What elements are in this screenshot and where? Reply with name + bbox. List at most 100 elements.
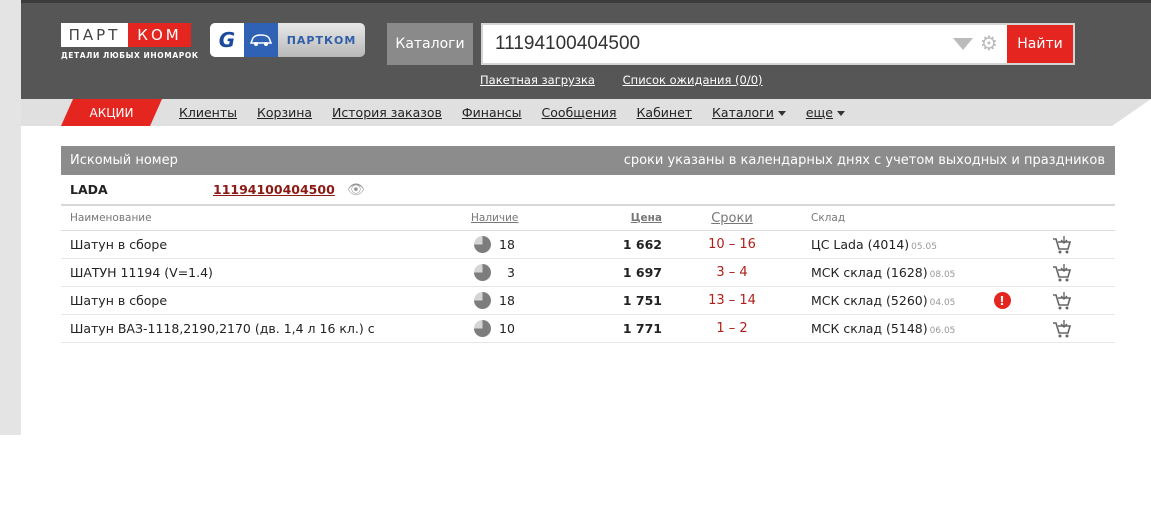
part-name: Шатун ВАЗ-1118,2190,2170 (дв. 1,4 л 16 к…	[70, 321, 375, 336]
stock-qty: 18	[499, 237, 515, 252]
cart-cell	[1032, 291, 1072, 311]
column-headers: Наименование Наличие Цена Сроки Склад	[61, 206, 1115, 231]
nav-item-catalogs[interactable]: Каталоги	[712, 105, 774, 120]
exclamation-icon[interactable]: !	[993, 292, 1011, 309]
warehouse-date: 04.05	[929, 298, 956, 308]
price: 1 771	[622, 321, 662, 336]
header: ПАРТ КОМ ДЕТАЛИ ЛЮБЫХ ИНОМАРОК G ПАРТКОМ…	[21, 3, 1151, 99]
price: 1 697	[622, 265, 662, 280]
gear-icon[interactable]: ⚙	[980, 32, 998, 54]
warehouse-date: 08.05	[929, 270, 956, 280]
groupauto-icon: G	[210, 23, 244, 57]
stock-pie-icon	[474, 236, 491, 253]
warehouse-date: 06.05	[929, 326, 956, 336]
col-stock[interactable]: Наличие	[471, 212, 518, 224]
warehouse-cell: ЦС Lada (4014) 05.05	[802, 237, 972, 252]
nav-item-cabinet[interactable]: Кабинет	[637, 105, 693, 120]
partner-label: ПАРТКОМ	[286, 33, 357, 47]
nav-item-messages[interactable]: Сообщения	[542, 105, 617, 120]
price: 1 662	[622, 237, 662, 252]
col-price[interactable]: Цена	[631, 212, 662, 224]
delivery-term: 10 – 16	[708, 237, 756, 252]
warehouse-name: МСК склад (5260)	[811, 293, 928, 308]
nav-item-catalogs-wrap[interactable]: Каталоги	[712, 105, 786, 120]
left-strip	[0, 0, 21, 435]
warehouse-cell: МСК склад (5260) 04.05	[802, 293, 972, 308]
col-stock-wrap: Наличие	[471, 212, 551, 224]
alert-cell: !	[972, 292, 1032, 309]
nav-item-clients[interactable]: Клиенты	[179, 105, 237, 120]
delivery-term: 3 – 4	[716, 265, 748, 280]
stock-pie-icon	[474, 292, 491, 309]
part-name: Шатун в сборе	[70, 237, 168, 252]
dropdown-arrow-icon[interactable]	[953, 38, 973, 50]
results-note: сроки указаны в календарных днях с учето…	[623, 153, 1105, 168]
search-button[interactable]: Найти	[1007, 25, 1073, 63]
chevron-down-icon	[777, 111, 786, 116]
col-term-wrap: Сроки	[662, 211, 802, 226]
waitlist-link[interactable]: Список ожидания (0/0)	[623, 73, 763, 87]
car-svg	[249, 34, 273, 46]
table-row[interactable]: Шатун в сборе 18 1 751 13 – 14 МСК склад…	[61, 287, 1115, 315]
cart-cell	[1032, 263, 1072, 283]
stock-cell: 10	[471, 320, 551, 337]
site-logo[interactable]: ПАРТ КОМ ДЕТАЛИ ЛЮБЫХ ИНОМАРОК	[61, 23, 199, 63]
part-name: ШАТУН 11194 (V=1.4)	[70, 265, 213, 280]
stock-pie-icon	[474, 264, 491, 281]
logo-left: ПАРТ	[61, 23, 128, 47]
query-brand: LADA	[70, 182, 108, 197]
warehouse-name: ЦС Lada (4014)	[811, 237, 910, 252]
delivery-term: 1 – 2	[716, 321, 748, 336]
stock-qty: 18	[499, 293, 515, 308]
warehouse-date: 05.05	[911, 242, 937, 252]
query-row: LADA 11194100404500 👁	[61, 175, 1115, 206]
table-row[interactable]: ШАТУН 11194 (V=1.4) 3 1 697 3 – 4 МСК ск…	[61, 259, 1115, 287]
catalogs-button[interactable]: Каталоги	[387, 23, 473, 65]
add-to-cart-icon[interactable]	[1052, 263, 1072, 283]
search-input[interactable]	[483, 25, 943, 63]
warehouse-name: МСК склад (5148)	[811, 321, 928, 336]
warehouse-cell: МСК склад (5148) 06.05	[802, 321, 972, 336]
stock-pie-icon	[474, 320, 491, 337]
stock-cell: 3	[471, 264, 551, 281]
search-box: ⚙ Найти	[481, 23, 1075, 65]
price: 1 751	[622, 293, 662, 308]
query-number-link[interactable]: 11194100404500	[213, 182, 347, 197]
promo-tab[interactable]: АКЦИИ	[61, 99, 162, 126]
logo-right: КОМ	[128, 23, 191, 47]
stock-cell: 18	[471, 292, 551, 309]
nav-item-finance[interactable]: Финансы	[462, 105, 522, 120]
cart-cell	[1032, 319, 1072, 339]
table-row[interactable]: Шатун в сборе 18 1 662 10 – 16 ЦС Lada (…	[61, 231, 1115, 259]
logo-tagline: ДЕТАЛИ ЛЮБЫХ ИНОМАРОК	[61, 51, 199, 60]
col-name: Наименование	[70, 212, 152, 224]
nav-item-more[interactable]: еще	[806, 105, 833, 120]
delivery-term: 13 – 14	[708, 293, 756, 308]
part-name: Шатун в сборе	[70, 293, 168, 308]
add-to-cart-icon[interactable]	[1052, 291, 1072, 311]
nav-item-cart[interactable]: Корзина	[257, 105, 312, 120]
col-price-wrap: Цена	[551, 212, 662, 224]
warehouse-cell: МСК склад (1628) 08.05	[802, 265, 972, 280]
nav-links: Клиенты Корзина История заказов Финансы …	[179, 105, 861, 120]
col-term[interactable]: Сроки	[711, 211, 753, 226]
results-header: Искомый номер сроки указаны в календарны…	[61, 146, 1115, 175]
table-row[interactable]: Шатун ВАЗ-1118,2190,2170 (дв. 1,4 л 16 к…	[61, 315, 1115, 343]
partner-logo[interactable]: G ПАРТКОМ	[210, 23, 365, 57]
main-nav: АКЦИИ Клиенты Корзина История заказов Фи…	[21, 99, 1151, 126]
stock-qty: 10	[499, 321, 515, 336]
warehouse-name: МСК склад (1628)	[811, 265, 928, 280]
logo-box: ПАРТ КОМ	[61, 23, 191, 47]
car-icon	[244, 23, 278, 57]
nav-item-order-history[interactable]: История заказов	[332, 105, 442, 120]
eye-icon[interactable]: 👁	[347, 182, 365, 198]
batch-upload-link[interactable]: Пакетная загрузка	[480, 73, 595, 87]
stock-cell: 18	[471, 236, 551, 253]
cart-cell	[1032, 235, 1072, 255]
nav-item-more-wrap[interactable]: еще	[806, 105, 845, 120]
search-sublinks: Пакетная загрузка Список ожидания (0/0)	[480, 73, 787, 87]
add-to-cart-icon[interactable]	[1052, 235, 1072, 255]
results-title: Искомый номер	[70, 153, 178, 168]
add-to-cart-icon[interactable]	[1052, 319, 1072, 339]
col-warehouse: Склад	[811, 212, 846, 224]
